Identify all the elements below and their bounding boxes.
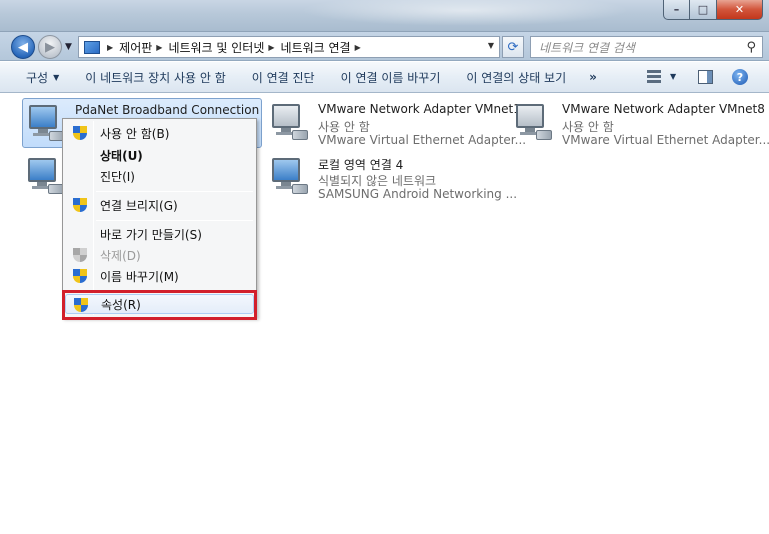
menu-item-create-shortcut[interactable]: 바로 가기 만들기(S): [65, 224, 254, 244]
breadcrumb-control-panel[interactable]: 제어판: [119, 39, 152, 56]
connection-name: VMware Network Adapter VMnet1: [318, 102, 521, 116]
menu-item-label: 이름 바꾸기(M): [100, 269, 179, 284]
connection-item-vmnet1[interactable]: VMware Network Adapter VMnet1 사용 안 함 VMw…: [266, 98, 526, 148]
uac-shield-disabled-icon: [73, 248, 87, 263]
connection-item-vmnet8[interactable]: VMware Network Adapter VMnet8 사용 안 함 VMw…: [510, 98, 769, 148]
breadcrumb-separator-icon[interactable]: ▶: [355, 43, 361, 52]
disable-device-button[interactable]: 이 네트워크 장치 사용 안 함: [72, 62, 239, 92]
menu-item-label: 연결 브리지(G): [100, 198, 178, 213]
maximize-button[interactable]: □: [690, 0, 717, 20]
window-controls: – □ ✕: [663, 0, 763, 20]
change-view-icon[interactable]: [647, 70, 661, 84]
refresh-button[interactable]: ⟳: [502, 36, 524, 58]
breadcrumb: ▶ 제어판 ▶ 네트워크 및 인터넷 ▶ 네트워크 연결 ▶: [103, 39, 367, 56]
menu-item-label: 삭제(D): [100, 248, 141, 263]
chevron-down-icon: ▼: [53, 72, 60, 82]
connection-name: PdaNet Broadband Connection: [75, 103, 260, 117]
window-titlebar: – □ ✕: [0, 0, 769, 32]
menu-item-label: 사용 안 함(B): [100, 126, 170, 141]
menu-item-delete: 삭제(D): [65, 245, 254, 265]
menu-separator: [96, 220, 253, 221]
preview-pane-icon[interactable]: [698, 70, 713, 84]
back-button[interactable]: ◀: [11, 35, 35, 59]
menu-item-rename[interactable]: 이름 바꾸기(M): [65, 266, 254, 286]
recent-pages-dropdown[interactable]: ▼: [65, 42, 72, 52]
menu-item-diagnose[interactable]: 진단(I): [65, 166, 254, 186]
breadcrumb-separator-icon[interactable]: ▶: [156, 43, 162, 52]
connection-name: 로컬 영역 연결 4: [318, 158, 404, 172]
rename-button[interactable]: 이 연결 이름 바꾸기: [328, 62, 454, 92]
context-menu: 사용 안 함(B) 상태(U) 진단(I) 연결 브리지(G) 바로 가기 만들…: [62, 118, 257, 318]
menu-item-disable[interactable]: 사용 안 함(B): [65, 123, 254, 143]
menu-item-label: 상태(U): [100, 148, 143, 163]
connection-name: VMware Network Adapter VMnet8: [562, 102, 765, 116]
search-placeholder: 네트워크 연결 검색: [539, 40, 635, 55]
more-commands-button[interactable]: »: [579, 62, 607, 92]
properties-highlight-box: [62, 290, 257, 320]
uac-shield-icon: [73, 269, 87, 284]
uac-shield-icon: [73, 126, 87, 141]
menu-separator: [96, 191, 253, 192]
menu-item-bridge[interactable]: 연결 브리지(G): [65, 195, 254, 215]
menu-item-label: 바로 가기 만들기(S): [100, 227, 202, 242]
connection-device: VMware Virtual Ethernet Adapter...: [318, 133, 527, 147]
breadcrumb-separator-icon[interactable]: ▶: [107, 43, 113, 52]
uac-shield-icon: [73, 198, 87, 213]
breadcrumb-network-internet[interactable]: 네트워크 및 인터넷: [168, 39, 264, 56]
diagnose-button[interactable]: 이 연결 진단: [239, 62, 328, 92]
menu-item-status[interactable]: 상태(U): [65, 145, 254, 165]
view-status-button[interactable]: 이 연결의 상태 보기: [453, 62, 579, 92]
address-bar[interactable]: ▶ 제어판 ▶ 네트워크 및 인터넷 ▶ 네트워크 연결 ▶ ▼: [78, 36, 500, 58]
connection-item-local-area-4[interactable]: 로컬 영역 연결 4 식별되지 않은 네트워크 SAMSUNG Android …: [266, 152, 517, 202]
address-dropdown-icon[interactable]: ▼: [488, 41, 494, 50]
search-icon[interactable]: ⚲: [746, 40, 756, 55]
view-dropdown-icon[interactable]: ▼: [670, 72, 676, 81]
network-adapter-disabled-icon: [272, 104, 312, 142]
forward-button[interactable]: ▶: [38, 35, 62, 59]
breadcrumb-network-connections[interactable]: 네트워크 연결: [281, 39, 351, 56]
search-input[interactable]: 네트워크 연결 검색 ⚲: [530, 36, 763, 58]
control-panel-icon: [83, 40, 100, 54]
breadcrumb-separator-icon[interactable]: ▶: [268, 43, 274, 52]
network-adapter-disabled-icon: [516, 104, 556, 142]
connection-device: SAMSUNG Android Networking ...: [318, 187, 518, 201]
menu-item-label: 진단(I): [100, 169, 135, 184]
close-button[interactable]: ✕: [717, 0, 763, 20]
help-icon[interactable]: ?: [732, 69, 748, 85]
minimize-button[interactable]: –: [663, 0, 690, 20]
titlebar-glass: [300, 0, 630, 26]
organize-label: 구성: [26, 70, 49, 85]
connection-device: VMware Virtual Ethernet Adapter...: [562, 133, 769, 147]
network-adapter-icon: [272, 158, 312, 196]
organize-button[interactable]: 구성 ▼: [0, 62, 72, 92]
navigation-bar: ◀ ▶ ▼ ▶ 제어판 ▶ 네트워크 및 인터넷 ▶ 네트워크 연결 ▶ ▼ ⟳…: [0, 32, 769, 61]
